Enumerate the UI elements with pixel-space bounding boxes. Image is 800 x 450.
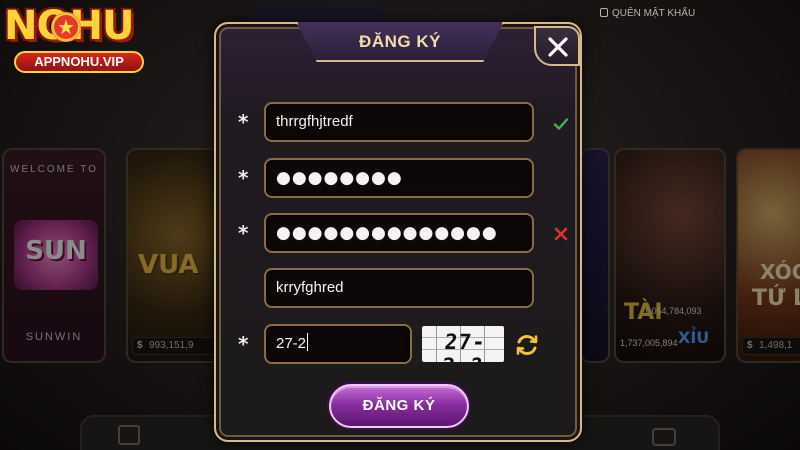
captcha-code: 27-2=? <box>441 330 487 362</box>
sunwin-name: SUNWIN <box>25 331 83 343</box>
dialog-title: ĐĂNG KÝ <box>359 32 441 51</box>
refresh-captcha-icon[interactable] <box>514 332 540 358</box>
jackpot-value: $ 993,151,9 <box>132 337 224 355</box>
tai-jackpot: 1,064,784,093 <box>644 306 702 316</box>
captcha-image: 27-2=? <box>422 326 504 362</box>
required-marker: * <box>238 332 249 356</box>
forgot-password-link[interactable]: QUÊN MẬT KHẨU <box>600 8 695 19</box>
jackpot-value: $ 1,498,1 <box>742 337 800 355</box>
required-marker: * <box>238 221 249 245</box>
username-field[interactable]: thrrgfhjtredf <box>264 102 534 142</box>
events-icon[interactable] <box>118 425 140 445</box>
error-icon <box>554 227 568 241</box>
game-card-xocdia[interactable]: XÓC TỨ L $ 1,498,1 <box>736 148 800 363</box>
app-logo: NOHU ★ APPNOHU.VIP <box>4 4 164 76</box>
required-marker: * <box>238 166 249 190</box>
confirm-password-field[interactable]: ●●●●●●●●●●●●●● <box>264 213 534 253</box>
logo-text: NOHU <box>4 4 164 48</box>
password-field[interactable]: ●●●●●●●● <box>264 158 534 198</box>
xiu-label: XỈU <box>678 328 710 347</box>
check-icon <box>553 118 569 130</box>
register-dialog: ĐĂNG KÝ * thrrgfhjtredf * ●●●●●●●● * ●●●… <box>214 22 582 442</box>
game-card-partial[interactable] <box>580 148 610 363</box>
register-submit-button[interactable]: ĐĂNG KÝ <box>329 384 469 428</box>
game-card-taixiu[interactable]: TÀI 1,064,784,093 XỈU 1,737,005,894 <box>614 148 726 363</box>
xiu-jackpot: 1,737,005,894 <box>620 338 678 348</box>
dollar-icon: $ <box>137 340 143 351</box>
star-icon: ★ <box>51 12 81 42</box>
sunwin-welcome-text: WELCOME TO <box>10 164 98 175</box>
text-caret <box>307 333 309 351</box>
xocdia-title-1: XÓC <box>760 260 800 284</box>
xocdia-title-2: TỨ L <box>752 286 800 311</box>
close-icon <box>548 37 568 57</box>
chat-icon[interactable] <box>652 428 676 446</box>
display-name-field[interactable]: krryfghred <box>264 268 534 308</box>
vua-title: VUA <box>138 250 199 280</box>
game-card-sunwin[interactable]: WELCOME TO SUN SUNWIN <box>2 148 106 363</box>
required-marker: * <box>238 110 249 134</box>
captcha-input[interactable]: 27-2 <box>264 324 412 364</box>
close-button[interactable] <box>534 26 580 66</box>
sunwin-logo: SUN <box>14 220 98 290</box>
lock-icon <box>600 8 608 17</box>
logo-subtitle: APPNOHU.VIP <box>14 51 144 73</box>
dollar-icon: $ <box>747 340 753 351</box>
